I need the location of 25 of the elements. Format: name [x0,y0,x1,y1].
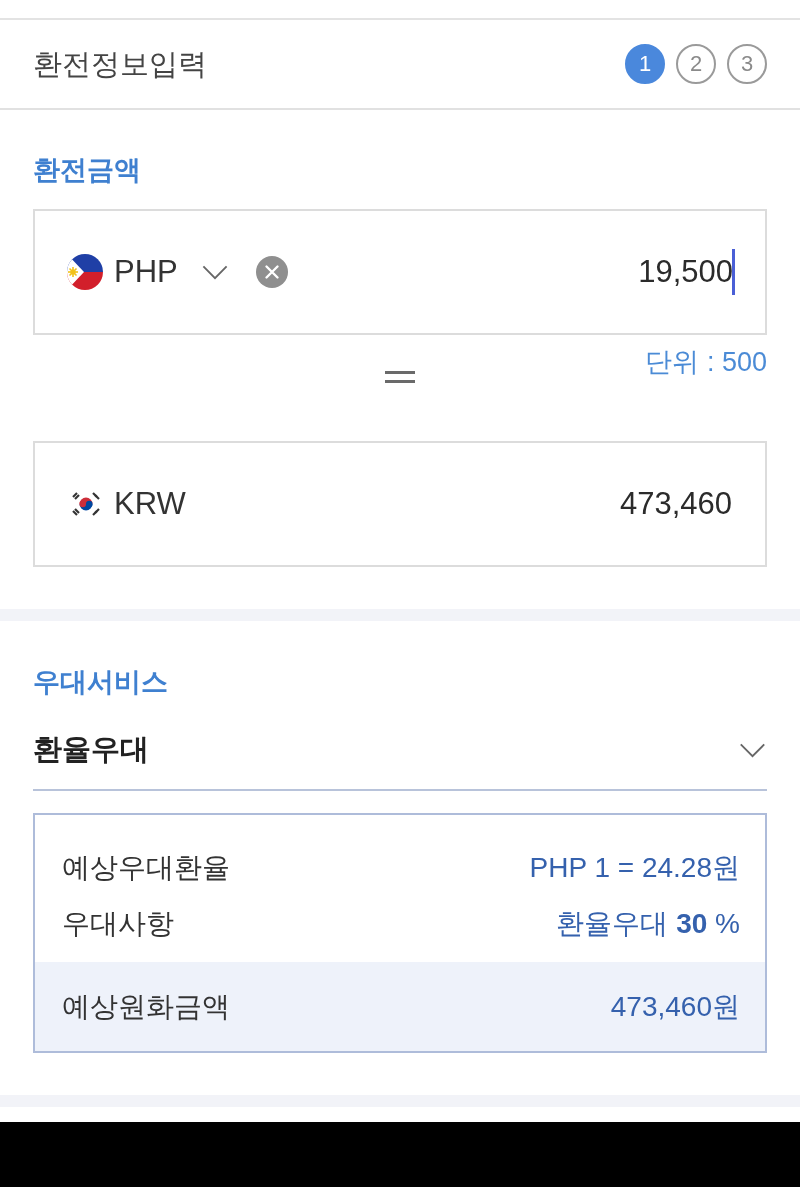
benefit-dropdown[interactable]: 환율우대 [33,711,767,791]
total-value: 473,460원 [610,989,740,1024]
section-heading: 우대서비스 [33,666,168,699]
korean-flag-icon [71,492,101,516]
currency-select[interactable]: PHP [67,252,228,292]
chevron-down-icon [739,742,766,758]
detail-label: 예상우대환율 [62,851,230,885]
currency-code: KRW [114,485,186,523]
amount-input-field[interactable]: 19,500 [307,248,735,296]
chevron-down-icon [201,264,228,280]
step-indicator: 2 [676,44,716,84]
step-indicator: 1 [625,44,665,84]
detail-value: PHP 1 = 24.28원 [529,851,740,885]
unit-note: 단위 : 500 [645,346,767,379]
philippine-flag-icon [67,254,103,290]
page-title: 환전정보입력 [33,47,207,82]
detail-label: 우대사항 [62,907,174,941]
converted-amount: 473,460 [619,485,732,523]
section-heading: 환전금액 [33,154,141,187]
step-indicator: 3 [727,44,767,84]
detail-value: 환율우대 30 % [556,907,740,941]
equals-icon [385,371,415,383]
clear-icon[interactable] [255,256,288,288]
total-label: 예상원화금액 [62,989,230,1024]
text-cursor-icon [732,249,735,295]
